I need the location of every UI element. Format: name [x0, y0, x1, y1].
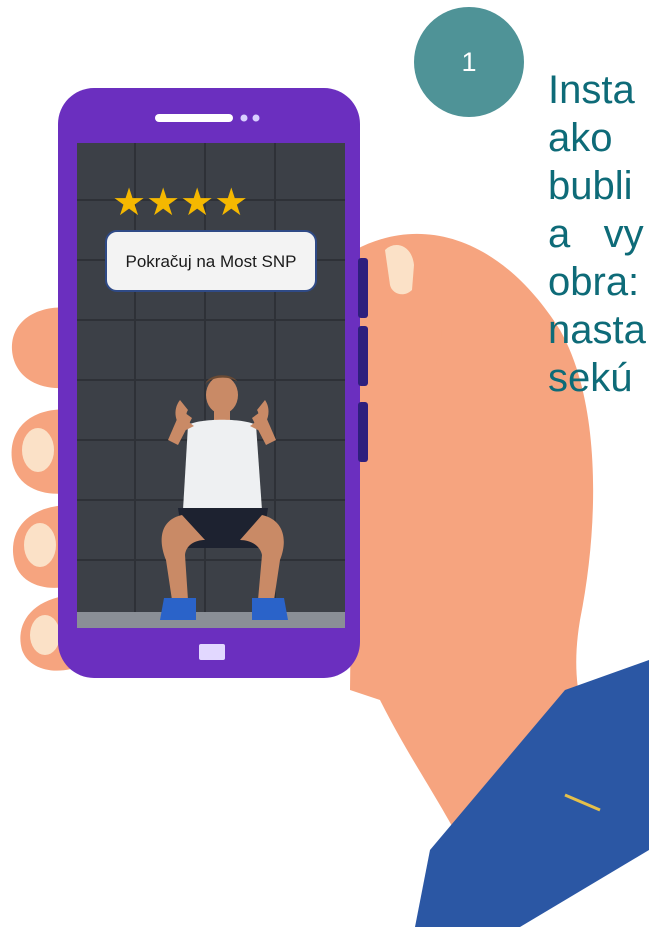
instruction-line-7: sekú — [548, 356, 633, 400]
phone-speaker — [155, 114, 233, 122]
instruction-line-5: obra: — [548, 260, 640, 304]
rating-stars: ★★★★ — [112, 180, 249, 224]
instruction-text: Insta ako bubli a vy obra: nasta sekú — [548, 66, 649, 402]
screen-floor — [77, 612, 345, 628]
step-number-badge: 1 — [414, 7, 524, 117]
instruction-line-2: ako — [548, 116, 613, 160]
step-number: 1 — [461, 46, 477, 77]
instruction-line-1: Insta — [548, 68, 635, 112]
phone-camera-dot-1 — [240, 114, 248, 122]
phone-side-button-2 — [358, 326, 368, 386]
phone-side-button-3 — [358, 402, 368, 462]
navigation-speech-bubble: Pokračuj na Most SNP — [105, 230, 317, 292]
phone-side-button-1 — [358, 258, 368, 318]
instruction-line-4: a vy — [548, 212, 644, 256]
phone-home-button[interactable] — [199, 644, 225, 660]
phone-camera-dot-2 — [252, 114, 260, 122]
instruction-line-3: bubli — [548, 164, 633, 208]
instruction-line-6: nasta — [548, 308, 646, 352]
speech-bubble-text: Pokračuj na Most SNP — [125, 251, 297, 271]
